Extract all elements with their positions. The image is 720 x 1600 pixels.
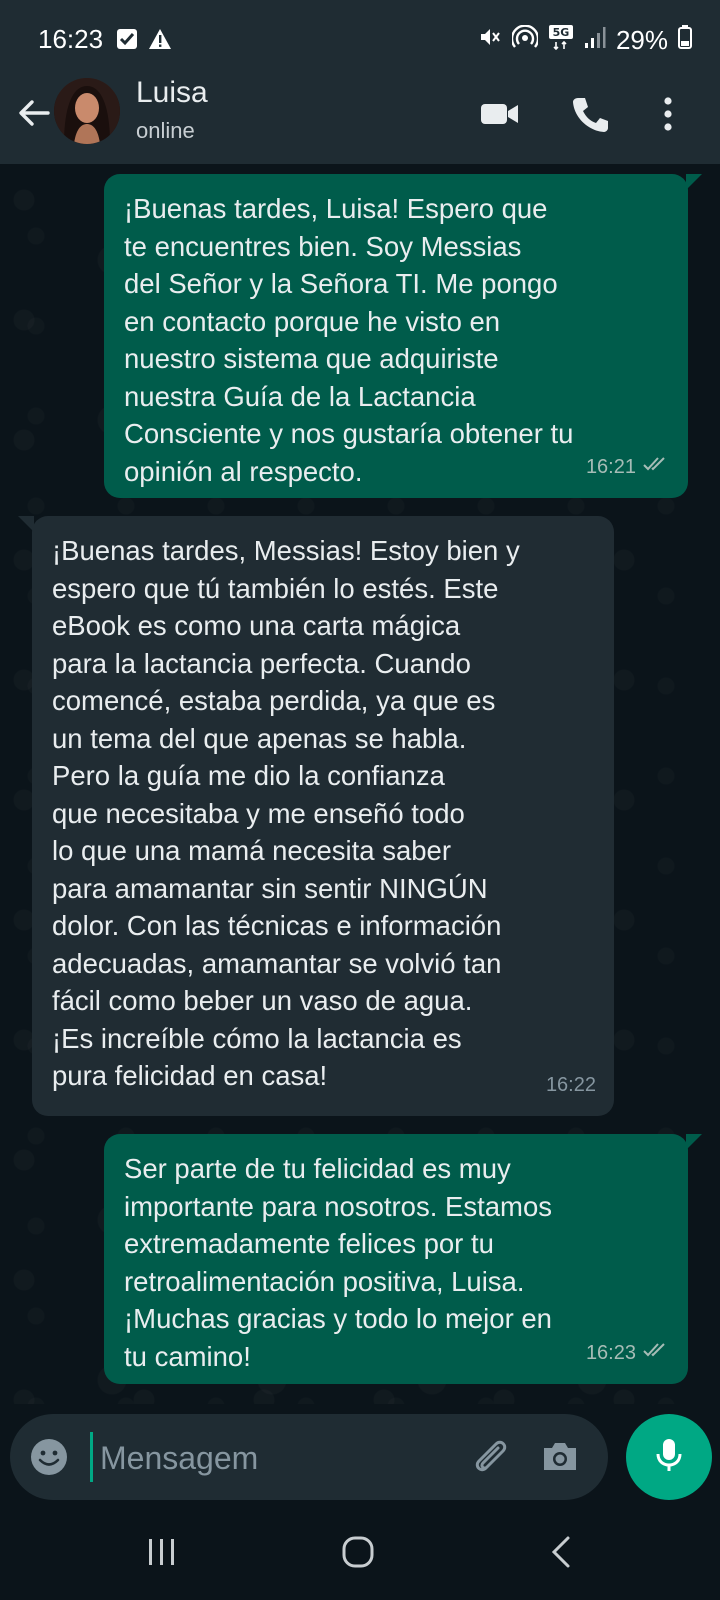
- attach-icon[interactable]: [468, 1434, 512, 1478]
- message-bubble-incoming[interactable]: ¡Buenas tardes, Messias! Estoy bien y es…: [18, 516, 614, 1116]
- signal-icon: [584, 25, 606, 56]
- battery-icon: [678, 25, 692, 56]
- message-bubble-outgoing[interactable]: Ser parte de tu felicidad es muy importa…: [104, 1134, 702, 1384]
- bubble-tail: [18, 516, 34, 532]
- message-bubble-outgoing[interactable]: ¡Buenas tardes, Luisa! Espero que te enc…: [104, 174, 702, 498]
- recent-apps-icon[interactable]: [140, 1530, 184, 1574]
- video-call-icon[interactable]: [478, 92, 522, 136]
- message-time: 16:23: [585, 1341, 636, 1364]
- message-time: 16:21: [585, 455, 636, 478]
- mic-icon: [649, 1435, 689, 1480]
- emoji-icon[interactable]: [28, 1436, 70, 1478]
- text-cursor: [90, 1432, 93, 1482]
- chat-header: Luisa online: [0, 62, 720, 164]
- back-arrow-icon[interactable]: [14, 92, 56, 134]
- warning-icon: [148, 28, 172, 55]
- more-options-icon[interactable]: [646, 92, 690, 136]
- message-composer: [10, 1414, 608, 1500]
- read-ticks-icon: [642, 1335, 670, 1373]
- contact-name[interactable]: Luisa: [136, 76, 208, 110]
- message-meta: 16:23: [586, 1335, 670, 1373]
- message-meta: 16:22: [546, 1067, 596, 1105]
- status-notification-icons: [116, 28, 172, 55]
- mic-button[interactable]: [626, 1414, 712, 1500]
- read-ticks-icon: [642, 449, 670, 487]
- voice-call-icon[interactable]: [568, 92, 612, 136]
- message-time: 16:22: [545, 1073, 596, 1096]
- bubble-tail: [686, 1134, 702, 1150]
- camera-icon[interactable]: [538, 1434, 582, 1478]
- system-navigation-bar: [0, 1500, 720, 1600]
- status-time: 16:23: [38, 24, 104, 54]
- mute-icon: [478, 25, 502, 56]
- message-input[interactable]: [98, 1432, 442, 1484]
- network-5g-icon: 5G: [548, 24, 574, 57]
- chat-area[interactable]: ¡Buenas tardes, Luisa! Espero que te enc…: [0, 164, 720, 1404]
- message-text: ¡Buenas tardes, Luisa! Espero que te enc…: [124, 193, 574, 487]
- bubble-tail: [686, 174, 702, 190]
- home-icon[interactable]: [336, 1530, 380, 1574]
- hotspot-icon: [510, 24, 540, 56]
- message-text: ¡Buenas tardes, Messias! Estoy bien y es…: [52, 535, 520, 1091]
- status-right-icons: 5G 29%: [478, 24, 692, 57]
- battery-percent: 29%: [615, 25, 668, 55]
- message-meta: 16:21: [586, 449, 670, 487]
- contact-status: online: [136, 118, 195, 143]
- svg-text:5G: 5G: [553, 26, 570, 39]
- back-nav-icon[interactable]: [540, 1530, 584, 1574]
- avatar[interactable]: [54, 78, 120, 144]
- checkbox-icon: [116, 28, 138, 55]
